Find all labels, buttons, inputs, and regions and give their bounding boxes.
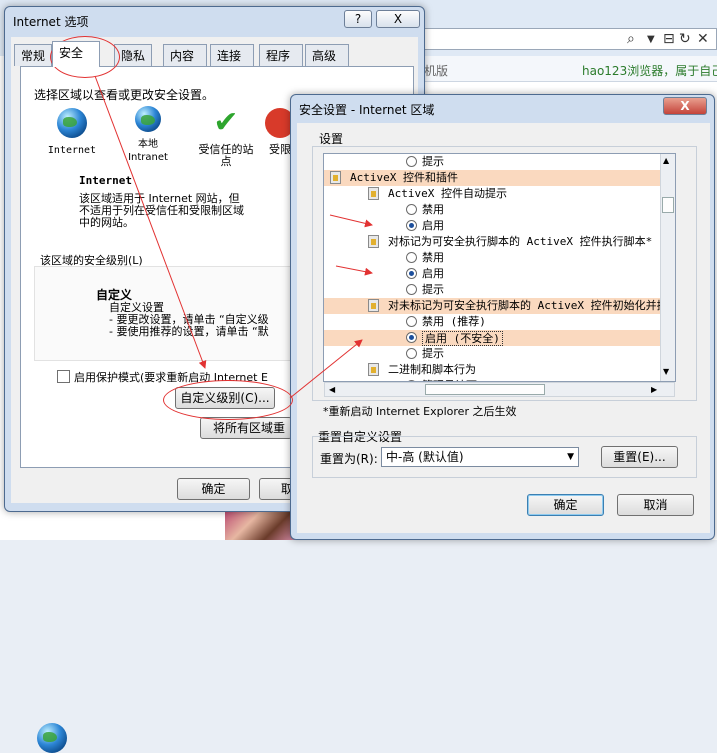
- annotation-arrows: [94, 75, 373, 399]
- globe-icon: [37, 723, 67, 753]
- tab-security[interactable]: 安全: [52, 41, 100, 67]
